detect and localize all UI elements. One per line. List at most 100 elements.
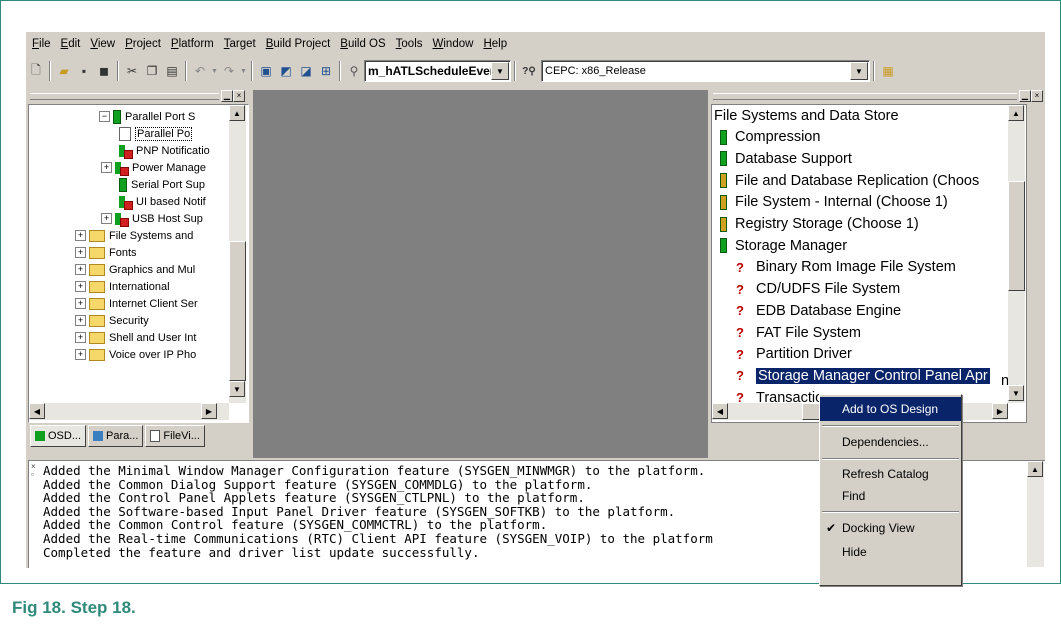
- minimize-icon[interactable]: ▁: [221, 90, 233, 102]
- tree-item[interactable]: + Internet Client Ser: [75, 295, 198, 312]
- scroll-right-icon[interactable]: ▶: [201, 403, 217, 419]
- configuration-combo[interactable]: CEPC: x86_Release ▼: [541, 60, 870, 82]
- symbol-combo[interactable]: m_hATLScheduleEvent ▼: [364, 60, 511, 82]
- catalog-item[interactable]: File System - Internal (Choose 1): [720, 192, 948, 213]
- tree-item[interactable]: + File Systems and: [75, 227, 193, 244]
- close-icon[interactable]: ×: [1031, 90, 1043, 102]
- catalog-item[interactable]: ? CD/UDFS File System: [736, 279, 900, 300]
- tree-item[interactable]: Parallel Po: [119, 125, 193, 142]
- expand-icon[interactable]: +: [75, 315, 86, 326]
- undo-icon[interactable]: ↶: [190, 61, 210, 81]
- expand-icon[interactable]: +: [75, 247, 86, 258]
- catalog-vertical-scrollbar[interactable]: ▲ ▼: [1008, 105, 1025, 403]
- open-folder-icon[interactable]: ▰: [54, 61, 74, 81]
- tree-item[interactable]: + Fonts: [75, 244, 137, 261]
- tree-item[interactable]: − Parallel Port S: [99, 108, 195, 125]
- find-icon[interactable]: ?⚲: [519, 61, 539, 81]
- tab-osdesign[interactable]: OSD...: [30, 425, 87, 447]
- workspace-icon[interactable]: ▣: [256, 61, 276, 81]
- scroll-right-icon[interactable]: ▶: [992, 403, 1008, 419]
- tab-parameter[interactable]: Para...: [88, 425, 144, 447]
- output-vertical-scrollbar[interactable]: ▲: [1027, 461, 1044, 567]
- cut-icon[interactable]: ✂: [122, 61, 142, 81]
- expand-icon[interactable]: +: [75, 264, 86, 275]
- tree-item[interactable]: + International: [75, 278, 170, 295]
- tree-item[interactable]: PNP Notificatio: [119, 142, 210, 159]
- windows-list-icon[interactable]: ◪: [296, 61, 316, 81]
- scroll-thumb[interactable]: [229, 241, 246, 381]
- tree-item[interactable]: Serial Port Sup: [119, 176, 205, 193]
- scroll-up-icon[interactable]: ▲: [1027, 461, 1043, 477]
- expand-icon[interactable]: +: [101, 162, 112, 173]
- scroll-thumb[interactable]: [1008, 181, 1025, 291]
- tree-horizontal-scrollbar[interactable]: ◀ ▶: [29, 403, 229, 420]
- catalog-item[interactable]: ? Binary Rom Image File System: [736, 257, 956, 278]
- menu-window[interactable]: Window: [427, 38, 478, 50]
- menu-target[interactable]: Target: [218, 38, 260, 50]
- copy-icon[interactable]: ❐: [142, 61, 162, 81]
- tree-vertical-scrollbar[interactable]: ▲ ▼: [229, 105, 246, 403]
- properties-icon[interactable]: ⊞: [316, 61, 336, 81]
- catalog-item[interactable]: Compression: [720, 127, 820, 148]
- catalog-item[interactable]: Database Support: [720, 148, 852, 169]
- catalog-item[interactable]: File and Database Replication (Choos: [720, 170, 979, 191]
- refresh-catalog-menu-item[interactable]: Refresh Catalog: [820, 462, 961, 486]
- catalog-item[interactable]: ? EDB Database Engine: [736, 300, 901, 321]
- menu-tools[interactable]: Tools: [390, 38, 427, 50]
- menu-build-os[interactable]: Build OS: [334, 38, 389, 50]
- panel-grip[interactable]: ▁ ×: [711, 90, 1045, 102]
- menu-edit[interactable]: Edit: [55, 38, 85, 50]
- build-icon[interactable]: ▦: [878, 61, 898, 81]
- catalog-item[interactable]: File Systems and Data Store: [714, 105, 899, 126]
- output-window-icon[interactable]: ◩: [276, 61, 296, 81]
- collapse-icon[interactable]: −: [99, 111, 110, 122]
- tree-item[interactable]: UI based Notif: [119, 193, 206, 210]
- expand-icon[interactable]: +: [101, 213, 112, 224]
- expand-icon[interactable]: +: [75, 332, 86, 343]
- expand-icon[interactable]: +: [75, 281, 86, 292]
- minimize-icon[interactable]: ▁: [1019, 90, 1031, 102]
- new-file-icon[interactable]: 🗋: [26, 61, 46, 81]
- catalog-item[interactable]: ? Storage Manager Control Panel Apr: [736, 365, 990, 386]
- tree-item[interactable]: + Power Manage: [101, 159, 206, 176]
- menu-view[interactable]: View: [84, 38, 119, 50]
- docking-view-menu-item[interactable]: ✔ Docking View: [820, 516, 961, 540]
- find-menu-item[interactable]: Find: [820, 484, 961, 508]
- save-all-icon[interactable]: ◼: [94, 61, 114, 81]
- menu-file[interactable]: File: [26, 38, 55, 50]
- menu-build-project[interactable]: Build Project: [260, 38, 335, 50]
- scroll-up-icon[interactable]: ▲: [229, 105, 245, 121]
- panel-grip[interactable]: ▁ ×: [28, 90, 247, 102]
- add-to-os-design-menu-item[interactable]: Add to OS Design: [820, 397, 961, 421]
- catalog-item[interactable]: ? FAT File System: [736, 322, 861, 343]
- catalog-item[interactable]: ? Partition Driver: [736, 344, 852, 365]
- expand-icon[interactable]: +: [75, 298, 86, 309]
- catalog-item[interactable]: Storage Manager: [720, 235, 847, 256]
- scroll-up-icon[interactable]: ▲: [1008, 105, 1024, 121]
- tree-item[interactable]: + Voice over IP Pho: [75, 346, 196, 363]
- paste-icon[interactable]: ▤: [162, 61, 182, 81]
- catalog-item[interactable]: Registry Storage (Choose 1): [720, 214, 919, 235]
- redo-dropdown-icon[interactable]: ▼: [239, 61, 248, 81]
- scroll-left-icon[interactable]: ◀: [29, 403, 45, 419]
- menu-platform[interactable]: Platform: [165, 38, 218, 50]
- undo-dropdown-icon[interactable]: ▼: [210, 61, 219, 81]
- output-close-icon[interactable]: × ▫: [31, 463, 39, 479]
- tree-item[interactable]: + Security: [75, 312, 149, 329]
- chevron-down-icon[interactable]: ▼: [850, 62, 868, 80]
- menu-project[interactable]: Project: [119, 38, 165, 50]
- redo-icon[interactable]: ↷: [219, 61, 239, 81]
- dependencies-menu-item[interactable]: Dependencies...: [820, 430, 961, 454]
- tree-item[interactable]: + Shell and User Int: [75, 329, 196, 346]
- close-icon[interactable]: ×: [233, 90, 245, 102]
- tree-item[interactable]: + Graphics and Mul: [75, 261, 195, 278]
- scroll-down-icon[interactable]: ▼: [1008, 385, 1024, 401]
- save-icon[interactable]: ▪: [74, 61, 94, 81]
- find-in-files-icon[interactable]: ⚲: [344, 61, 364, 81]
- menu-help[interactable]: Help: [477, 38, 511, 50]
- scroll-left-icon[interactable]: ◀: [712, 403, 728, 419]
- tree-item[interactable]: + USB Host Sup: [101, 210, 203, 227]
- tab-fileview[interactable]: FileVi...: [145, 425, 205, 447]
- hide-menu-item[interactable]: Hide: [820, 540, 961, 564]
- expand-icon[interactable]: +: [75, 349, 86, 360]
